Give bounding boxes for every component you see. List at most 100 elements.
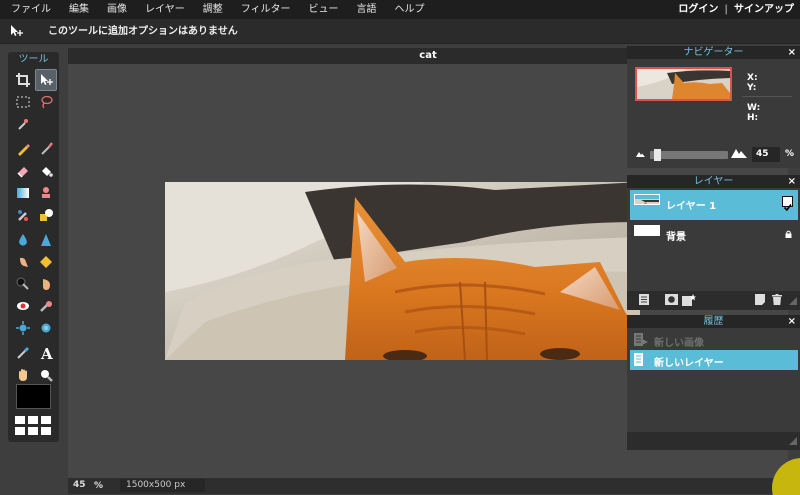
navigator-h-label: H: (747, 113, 759, 123)
menu-filter[interactable]: フィルター (232, 0, 300, 19)
history-title: 履歴 (703, 316, 724, 327)
red-eye-icon[interactable] (12, 295, 34, 317)
menu-file[interactable]: ファイル (0, 0, 60, 19)
layer-item[interactable]: レイヤー 1 (630, 190, 798, 220)
history-step-icon (634, 333, 648, 346)
history-step-icon (634, 353, 643, 366)
drawing-icon[interactable] (35, 204, 57, 226)
signup-link[interactable]: サインアップ (734, 4, 794, 15)
navigator-divider (742, 96, 792, 97)
navigator-panel: ナビゲーター × X: Y: W: H: 45 % (627, 46, 800, 168)
menu-view[interactable]: ビュー (300, 0, 348, 19)
menu-language[interactable]: 言語 (348, 0, 386, 19)
bloat-icon[interactable] (12, 317, 34, 339)
eraser-icon[interactable] (12, 160, 34, 182)
clone-stamp-icon[interactable] (35, 182, 57, 204)
navigator-zoom-input[interactable]: 45 (752, 147, 780, 162)
canvas-image[interactable] (165, 182, 640, 360)
close-icon[interactable]: × (788, 46, 796, 59)
close-icon[interactable]: × (788, 175, 796, 188)
move-tool-icon (11, 25, 23, 36)
status-zoom-unit: % (94, 481, 104, 491)
layer-thumbnail (634, 194, 660, 205)
new-layer-icon[interactable] (755, 294, 765, 305)
history-item[interactable]: 新しい画像 (630, 330, 798, 350)
paint-bucket-icon[interactable] (35, 160, 57, 182)
history-panel: 履歴 × 新しい画像 新しいレイヤー (627, 315, 800, 450)
navigator-zoom-unit: % (785, 149, 795, 159)
resize-icon[interactable] (789, 297, 797, 305)
color-picker-icon[interactable] (12, 342, 34, 364)
status-zoom: 45 (73, 480, 86, 490)
zoom-slider-handle[interactable] (653, 149, 661, 161)
status-image-size: 1500x500 px (120, 479, 205, 492)
history-item-label: 新しい画像 (654, 338, 704, 349)
layer-styles-icon[interactable] (682, 294, 696, 306)
layer-mask-icon[interactable] (665, 294, 678, 305)
layer-item[interactable]: 背景 (630, 221, 798, 250)
menu-image[interactable]: 画像 (98, 0, 136, 19)
navigator-w-label: W: (747, 103, 761, 113)
burn-icon[interactable] (35, 273, 57, 295)
auth-divider: | (724, 4, 728, 15)
empty-slot (35, 113, 57, 135)
app-window: ファイル 編集 画像 レイヤー 調整 フィルター ビュー 言語 ヘルプ ログイン… (0, 0, 800, 495)
smudge-icon[interactable] (12, 251, 34, 273)
magic-wand-icon[interactable] (12, 113, 34, 135)
auth-links: ログイン | サインアップ (678, 0, 794, 19)
menu-bar: ファイル 編集 画像 レイヤー 調整 フィルター ビュー 言語 ヘルプ ログイン… (0, 0, 800, 19)
spot-heal-icon[interactable] (35, 295, 57, 317)
layers-header: レイヤー × (627, 175, 800, 188)
lasso-icon[interactable] (35, 91, 57, 113)
foreground-color-swatch[interactable] (16, 384, 51, 409)
hand-icon[interactable] (12, 364, 34, 386)
navigator-thumbnail[interactable] (635, 67, 732, 101)
history-item-label: 新しいレイヤー (654, 358, 724, 369)
menu-adjust[interactable]: 調整 (194, 0, 232, 19)
layer-name: 背景 (666, 232, 686, 243)
color-replace-icon[interactable] (12, 204, 34, 226)
history-header: 履歴 × (627, 315, 800, 328)
menu-layer[interactable]: レイヤー (136, 0, 194, 19)
gradient-icon[interactable] (12, 182, 34, 204)
crop-icon[interactable] (12, 69, 34, 91)
close-icon[interactable]: × (788, 315, 796, 328)
grid-icon[interactable] (15, 416, 51, 436)
history-item[interactable]: 新しいレイヤー (630, 350, 798, 370)
type-icon[interactable]: A (35, 342, 57, 364)
zoom-slider[interactable] (650, 151, 728, 159)
resize-icon[interactable] (789, 437, 797, 445)
dodge-icon[interactable] (12, 273, 34, 295)
sponge-icon[interactable] (35, 251, 57, 273)
layer-properties-icon[interactable] (639, 294, 649, 305)
brush-icon[interactable] (35, 138, 57, 160)
navigator-title: ナビゲーター (683, 47, 744, 58)
sharpen-icon[interactable] (35, 229, 57, 251)
marquee-icon[interactable] (12, 91, 34, 113)
layers-toolbar (627, 291, 800, 310)
pencil-icon[interactable] (12, 138, 34, 160)
trash-icon[interactable] (772, 294, 782, 305)
svg-text:A: A (40, 346, 53, 360)
navigator-x-label: X: (747, 73, 758, 83)
history-footer (627, 432, 800, 450)
menu-help[interactable]: ヘルプ (386, 0, 434, 19)
layer-thumbnail (634, 225, 660, 236)
layers-title: レイヤー (693, 176, 734, 187)
pinch-icon[interactable] (35, 317, 57, 339)
zoom-icon[interactable] (35, 364, 57, 386)
layer-visibility-checkbox[interactable] (782, 196, 793, 212)
move-icon[interactable] (35, 69, 57, 91)
lock-icon (785, 230, 792, 238)
toolbox: ツール A (8, 52, 59, 442)
navigator-zoom-bar: 45 % (627, 144, 800, 166)
cat-photo-image (165, 182, 640, 360)
document-status-bar: 45 % 1500x500 px (68, 478, 788, 494)
zoom-in-icon[interactable] (731, 148, 747, 158)
zoom-out-icon[interactable] (636, 151, 645, 157)
blur-icon[interactable] (12, 229, 34, 251)
options-message: このツールに追加オプションはありません (48, 26, 238, 37)
layer-name: レイヤー 1 (666, 201, 717, 212)
login-link[interactable]: ログイン (678, 4, 718, 15)
menu-edit[interactable]: 編集 (60, 0, 98, 19)
